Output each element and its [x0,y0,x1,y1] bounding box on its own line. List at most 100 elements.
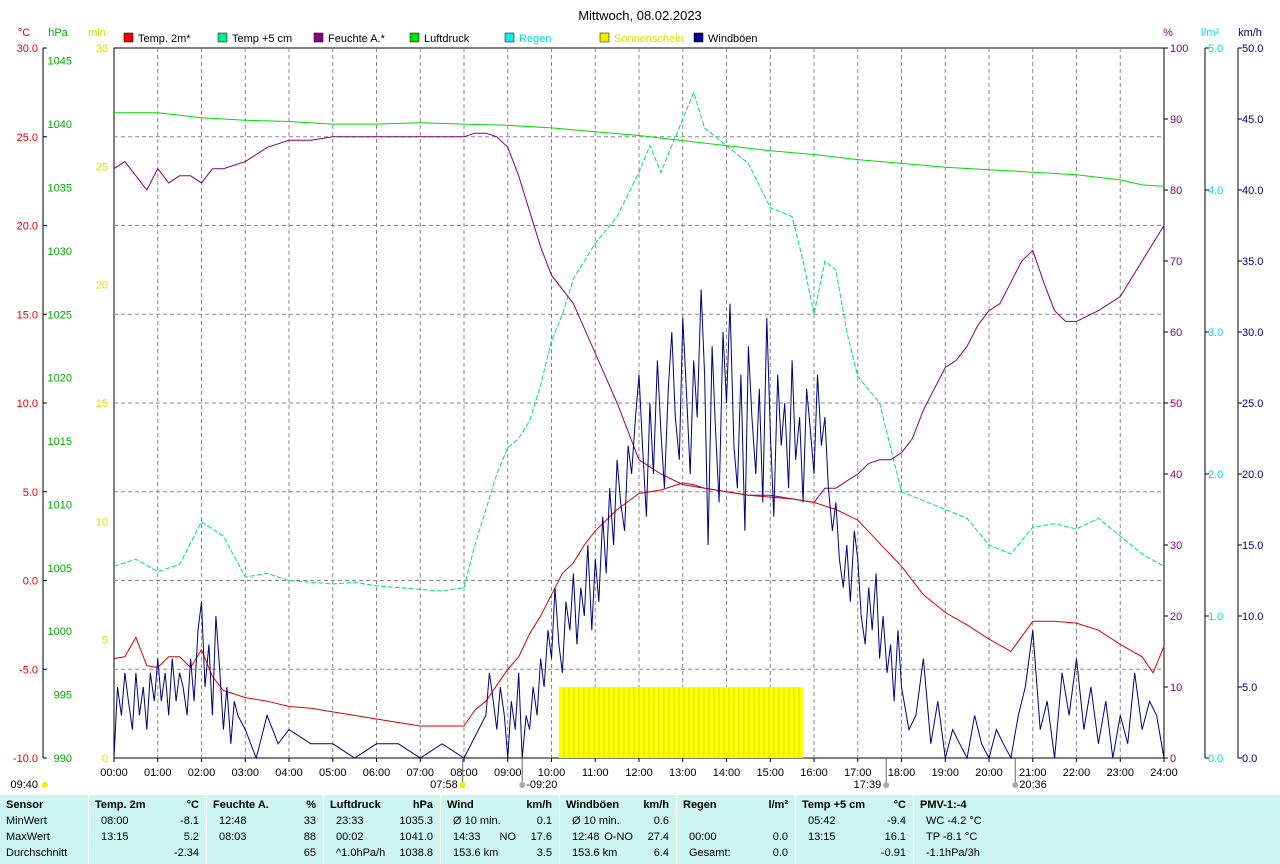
stat-value: 1041.0 [399,831,433,843]
wind-axis-ticks: 50.0 45.0 40.0 35.0 30.0 25.0 20.0 15.0 10.0 5.0 0… [1238,43,1263,765]
stat-value: 0.6 [653,815,669,827]
x-tick-label: 14:00 [713,767,741,779]
tick-label: 40 [1170,469,1182,481]
tick-label: 10 [96,516,108,528]
tick-label: 15.0 [17,309,38,321]
x-tick-label: 03:00 [231,767,259,779]
stat-value: 0.1 [536,815,552,827]
tick-label: 2.0 [1208,469,1223,481]
stat-time: TP -8.1 °C [926,831,978,843]
moonset-icon [519,782,526,788]
column-unit: °C [893,799,906,811]
tick-label: 1030 [48,246,72,258]
chart-title: Mittwoch, 08.02.2023 [578,8,702,23]
tick-label: 0.0 [1242,753,1257,765]
sunshine-bar [558,687,804,758]
tick-label: 1040 [48,119,72,131]
tick-label: 15 [96,398,108,410]
tick-label: 1015 [48,436,72,448]
stat-value: 17.6 [530,831,552,843]
annotation-label: 07:58 [430,779,458,791]
tick-label: 50 [1170,398,1182,410]
tick-label: 990 [54,753,72,765]
legend-swatch [123,32,134,43]
tick-label: 1020 [48,373,72,385]
stat-value: 5.2 [183,831,199,843]
tick-label: 15.0 [1242,540,1263,552]
tick-label: 25 [96,161,108,173]
stat-value: 65 [303,847,316,859]
weather-chart: Mittwoch, 08.02.2023 Temp. 2m* Temp +5 cm F… [10,8,1263,791]
pressure-axis-ticks: 1045 1040 1035 1030 1025 1020 1015 1010 1005 1000… [48,56,72,765]
tick-label: 30 [1170,540,1182,552]
legend-label: Temp. 2m* [138,33,191,45]
tick-label: 35.0 [1242,256,1263,268]
x-tick-label: 19:00 [931,767,959,779]
tick-label: 5.0 [23,487,38,499]
x-tick-label: 09:00 [494,767,522,779]
column-header: PMV-1:-4 [920,799,967,811]
stat-value: 1035.3 [399,815,433,827]
tick-label: 60 [1170,327,1182,339]
tick-label: 1000 [48,626,72,638]
x-tick-label: 04:00 [275,767,303,779]
tick-label: 25.0 [17,132,38,144]
legend-swatch [217,32,228,43]
annotation-label: 20:36 [1019,779,1047,791]
tick-label: 1010 [48,499,72,511]
tick-label: 10.0 [17,398,38,410]
legend-label: Sonnenschein [614,33,684,45]
tick-label: 10.0 [1242,611,1263,623]
tick-label: 20.0 [17,221,38,233]
statistics-table: Sensor MinWert MaxWert Durchschnitt Temp. 2m… [0,795,1280,864]
x-tick-label: 23:00 [1106,767,1134,779]
tick-label: 30 [96,43,108,55]
rain-axis-ticks: 5.0 4.0 3.0 2.0 1.0 0.0 [1205,43,1223,765]
column-unit: l/m² [768,799,788,811]
tick-label: 1.0 [1208,611,1223,623]
x-tick-label: 13:00 [669,767,697,779]
column-header: Sensor [6,799,44,811]
x-tick-label: 24:00 [1150,767,1178,779]
tick-label: 3.0 [1208,327,1223,339]
x-tick-label: 11:00 [582,767,609,779]
tick-label: 20 [1170,611,1182,623]
tick-label: 90 [1170,114,1182,126]
tick-label: 4.0 [1208,185,1223,197]
tick-label: 5 [102,635,108,647]
tick-label: 0.0 [23,576,38,588]
legend-swatch [599,32,610,43]
stat-time: -1.1hPa/3h [926,847,980,859]
stat-value: -8.1 [180,815,199,827]
tick-label: 20.0 [1242,469,1263,481]
tick-label: 80 [1170,185,1182,197]
stat-value: 27.4 [647,831,669,843]
sun-axis-ticks: 30 25 20 15 10 5 0 [96,43,108,765]
x-tick-label: 20:00 [975,767,1003,779]
row-label: MinWert [6,815,47,827]
stat-value: 6.4 [653,847,669,859]
tick-label: 30.0 [17,43,38,55]
x-tick-label: 15:00 [756,767,784,779]
tick-label: -5.0 [19,664,38,676]
annotation-label: 17:39 [854,779,882,791]
tick-label: 0.0 [1208,753,1223,765]
column-unit: km/h [643,799,669,811]
tick-label: 1005 [48,563,72,575]
tick-label: 995 [54,690,72,702]
tick-label: 45.0 [1242,114,1263,126]
row-label: MaxWert [6,831,50,843]
moonrise-icon [1012,782,1019,788]
column-unit: % [306,799,316,811]
x-tick-label: 02:00 [188,767,216,779]
tick-label: 1045 [48,56,72,68]
tick-label: 0 [102,753,108,765]
column-separator [913,795,914,864]
tick-label: 1035 [48,182,72,194]
temp-axis-ticks: 30.0 25.0 20.0 15.0 10.0 5.0 0.0 -5.0 -10.0 [13,43,47,765]
x-tick-label: 10:00 [538,767,566,779]
x-tick-label: 16:00 [800,767,828,779]
tick-label: 10 [1170,682,1182,694]
stat-value: 0.0 [772,847,788,859]
stat-value: -2.34 [173,847,199,859]
